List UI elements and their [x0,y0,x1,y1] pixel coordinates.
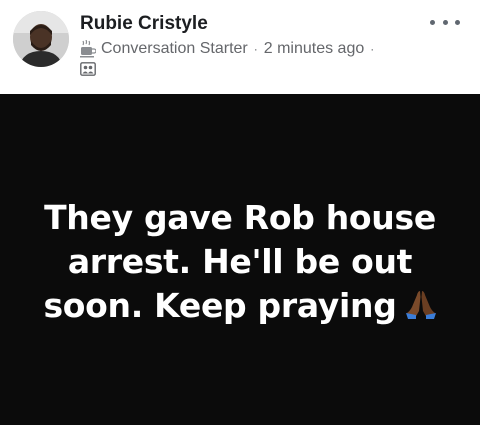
timestamp[interactable]: 2 minutes ago [264,40,365,58]
post-text-background: They gave Rob house arrest. He'll be out… [0,94,480,425]
folded-hands-emoji [405,291,436,319]
more-options-button[interactable] [430,14,460,30]
post-text: They gave Rob house arrest. He'll be out… [20,196,460,328]
avatar-image [13,11,69,67]
post-text-line-2: arrest. He'll be out [67,242,413,281]
post-meta: Conversation Starter · 2 minutes ago · [80,39,380,59]
more-dot-icon [442,19,448,25]
post-text-line-3-text: soon. Keep praying [43,286,397,325]
badge-label[interactable]: Conversation Starter [101,40,248,58]
post-text-line-3: soon. Keep praying [20,284,460,328]
post-header: Rubie Cristyle Conversation Starter · 2 … [0,0,480,94]
meta-separator: · [253,42,258,56]
group-icon[interactable] [80,62,96,76]
meta-separator-2: · [370,42,375,56]
more-dot-icon [430,19,435,25]
post-text-line-1: They gave Rob house [44,198,436,237]
more-dot-icon [455,19,460,25]
post-footer-strip [0,425,480,430]
avatar[interactable] [13,11,69,67]
author-name[interactable]: Rubie Cristyle [80,13,208,35]
conversation-starter-icon [80,40,96,58]
